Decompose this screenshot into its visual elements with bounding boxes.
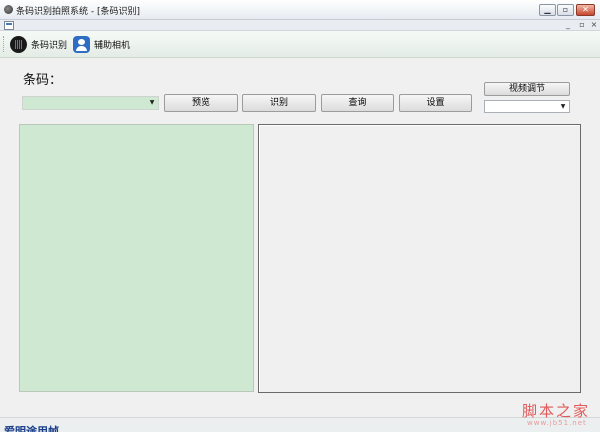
app-icon — [4, 5, 13, 14]
restore-button[interactable]: ▫ — [557, 4, 574, 16]
status-text: 爱明途用帧 — [4, 425, 59, 432]
toolbar-grip[interactable] — [3, 36, 5, 52]
toolbar-barcode-recognition-button[interactable]: 条码识别 — [10, 34, 67, 55]
query-button[interactable]: 查询 — [321, 94, 394, 112]
title-bar[interactable]: 条码识别拍照系统 - [条码识别] ▁ ▫ ✕ — [0, 0, 600, 20]
barcode-results-panel[interactable] — [19, 124, 254, 392]
camera-user-icon — [73, 36, 90, 53]
mdi-restore-button[interactable]: ▫ — [577, 21, 587, 30]
video-source-select[interactable]: ▼ — [484, 100, 570, 113]
watermark-url: www.jb51.net — [527, 419, 587, 427]
barcode-label: 条码： — [23, 73, 63, 88]
close-icon: ✕ — [582, 5, 589, 14]
mdi-minimize-button[interactable]: _ — [563, 21, 573, 30]
preview-button[interactable]: 预览 — [164, 94, 238, 112]
toolbar-auxiliary-camera-button[interactable]: 辅助相机 — [73, 34, 130, 55]
close-button[interactable]: ✕ — [576, 4, 595, 16]
chevron-down-icon[interactable]: ▼ — [147, 98, 157, 108]
barcode-icon — [10, 36, 27, 53]
toolbar-item-label: 辅助相机 — [94, 41, 131, 51]
app-window: 条码识别拍照系统 - [条码识别] ▁ ▫ ✕ _ ▫ × 条码识别 辅助相机 … — [0, 0, 600, 432]
recognize-button[interactable]: 识别 — [242, 94, 316, 112]
watermark-logo: 脚本之家 — [522, 402, 591, 420]
toolbar: 条码识别 辅助相机 — [0, 31, 600, 58]
camera-preview-panel — [258, 124, 581, 393]
chevron-down-icon[interactable]: ▼ — [558, 101, 568, 112]
toolbar-item-label: 条码识别 — [31, 41, 68, 51]
mdi-close-button[interactable]: × — [589, 21, 599, 30]
barcode-combobox[interactable]: ▼ — [22, 96, 159, 110]
settings-button[interactable]: 设置 — [399, 94, 472, 112]
mdi-menu-strip: _ ▫ × — [0, 20, 600, 31]
mdi-child-icon[interactable] — [4, 21, 14, 30]
minimize-button[interactable]: ▁ — [539, 4, 556, 16]
minimize-icon: ▁ — [544, 5, 551, 14]
restore-icon: ▫ — [562, 5, 569, 14]
video-adjust-button[interactable]: 视频调节 — [484, 82, 570, 96]
window-title: 条码识别拍照系统 - [条码识别] — [16, 7, 140, 17]
status-bar: 爱明途用帧 — [0, 417, 600, 432]
